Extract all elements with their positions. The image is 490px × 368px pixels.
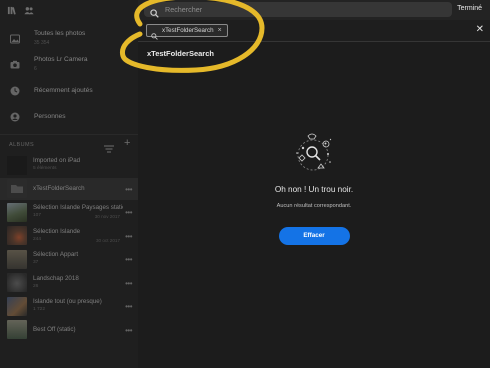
album-count: 37: [33, 260, 39, 265]
search-icon: [150, 5, 159, 18]
album-thumbnail: [7, 273, 27, 292]
album-name: Imported on iPad: [33, 157, 81, 164]
search-icon: [151, 27, 158, 40]
add-album-icon[interactable]: +: [124, 137, 130, 149]
album-name: Sélection Islande Paysages static: [33, 204, 123, 211]
close-icon[interactable]: ✕: [476, 25, 484, 35]
more-icon[interactable]: •••: [125, 232, 132, 241]
clear-button[interactable]: Effacer: [278, 227, 350, 245]
album-thumbnail: [7, 226, 27, 245]
album-date: 30 oct 2017: [95, 237, 120, 243]
library-item-label: Personnes: [34, 113, 66, 120]
black-hole-illustration: [296, 133, 332, 171]
album-thumbnail: [7, 202, 27, 222]
search-bar: Terminé: [138, 0, 490, 20]
album-count: 1 722: [33, 307, 46, 312]
clock-icon: [9, 85, 20, 96]
more-icon[interactable]: •••: [125, 255, 132, 264]
search-suggestion[interactable]: xTestFolderSearch: [147, 49, 214, 58]
library-item-count: 6: [34, 66, 37, 72]
more-icon[interactable]: •••: [125, 279, 132, 288]
library-item-recently-added[interactable]: Récemment ajoutés: [0, 78, 138, 103]
library-item-label: Récemment ajoutés: [34, 87, 93, 94]
album-thumbnail: [7, 249, 27, 269]
library-item-count: 35 354: [34, 40, 50, 46]
library-item-label: Toutes les photos: [34, 30, 86, 37]
chip-label: xTestFolderSearch: [162, 27, 214, 34]
album-item[interactable]: Best Off (static) •••: [0, 319, 138, 341]
photos-icon: [9, 33, 20, 44]
album-name: Sélection Islande: [33, 227, 81, 235]
library-icon[interactable]: [6, 5, 16, 15]
album-count: 5 éléments: [33, 166, 57, 171]
album-item[interactable]: Sélection Appart 37 •••: [0, 248, 138, 270]
more-icon[interactable]: •••: [125, 208, 132, 217]
albums-header: ALBUMS +: [0, 134, 138, 154]
album-thumbnail: [7, 320, 27, 339]
album-name: xTestFolderSearch: [33, 184, 85, 192]
album-thumbnail: [7, 155, 27, 175]
more-icon[interactable]: •••: [125, 326, 132, 335]
more-icon[interactable]: •••: [125, 302, 132, 311]
albums-list: Imported on iPad 5 éléments xTestFolderS…: [0, 154, 138, 342]
album-item[interactable]: Islande tout (ou presque) 1 722 •••: [0, 295, 138, 317]
empty-subtitle: Aucun résultat correspondant.: [276, 203, 352, 209]
album-name: Sélection Appart: [33, 251, 79, 258]
done-button[interactable]: Terminé: [457, 5, 482, 12]
library-item-label: Photos Lr Camera: [34, 56, 88, 63]
album-name: Best Off (static): [33, 325, 76, 333]
camera-icon: [9, 59, 20, 70]
library-item-people[interactable]: Personnes: [0, 104, 138, 129]
album-item[interactable]: Landschap 2018 26 •••: [0, 272, 138, 294]
empty-title: Oh non ! Un trou noir.: [274, 185, 354, 194]
album-thumbnail: [7, 179, 27, 198]
album-count: 26: [33, 283, 39, 289]
album-item[interactable]: Imported on iPad 5 éléments: [0, 154, 138, 176]
library-item-all-photos[interactable]: Toutes les photos 35 354: [0, 26, 138, 51]
album-date: 30 nov 2017: [94, 214, 120, 219]
album-thumbnail: [7, 296, 27, 316]
more-icon[interactable]: •••: [125, 185, 132, 194]
albums-label: ALBUMS: [9, 141, 35, 148]
people-toggle-icon[interactable]: [24, 5, 34, 15]
person-icon: [9, 111, 20, 122]
filter-bar: xTestFolderSearch × ✕: [138, 20, 490, 42]
album-item[interactable]: Sélection Islande 244 30 oct 2017 •••: [0, 225, 138, 247]
sort-icon[interactable]: [104, 140, 114, 153]
search-box[interactable]: [144, 2, 452, 18]
album-name: Landschap 2018: [33, 274, 79, 282]
search-panel: Terminé xTestFolderSearch × ✕ xTestFolde…: [138, 0, 490, 368]
sidebar-toolbar: [0, 0, 138, 20]
search-input[interactable]: [165, 3, 435, 16]
empty-state: Oh non ! Un trou noir. Aucun résultat co…: [138, 128, 490, 245]
album-name: Islande tout (ou presque): [33, 298, 102, 305]
sidebar: Toutes les photos 35 354 Photos Lr Camer…: [0, 0, 138, 368]
album-item[interactable]: Sélection Islande Paysages static 107 30…: [0, 201, 138, 223]
album-item[interactable]: xTestFolderSearch •••: [0, 177, 138, 200]
library-item-lr-camera[interactable]: Photos Lr Camera 6: [0, 52, 138, 77]
search-filter-chip[interactable]: xTestFolderSearch ×: [146, 24, 228, 40]
remove-chip-icon[interactable]: ×: [218, 27, 222, 34]
